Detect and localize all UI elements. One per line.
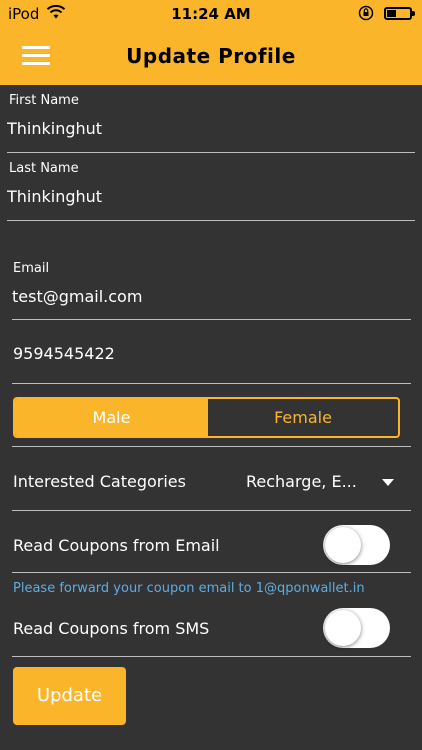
rotation-lock-icon	[358, 5, 374, 21]
last-name-divider	[7, 220, 415, 221]
update-button[interactable]: Update	[13, 667, 126, 725]
battery-icon	[384, 7, 415, 20]
gender-female-option[interactable]: Female	[208, 399, 398, 436]
status-bar: iPod 11:24 AM	[0, 0, 422, 28]
phone-field[interactable]	[13, 344, 408, 363]
hamburger-menu-icon[interactable]	[22, 44, 52, 68]
last-name-label: Last Name	[9, 161, 79, 176]
last-name-field[interactable]	[7, 187, 407, 206]
email-coupons-divider	[12, 572, 411, 573]
email-divider	[12, 319, 411, 320]
email-field[interactable]	[12, 287, 407, 306]
email-coupons-toggle[interactable]	[323, 525, 390, 565]
sms-coupons-toggle[interactable]	[323, 608, 390, 648]
gender-male-option[interactable]: Male	[15, 399, 208, 436]
email-coupons-label: Read Coupons from Email	[13, 536, 220, 555]
forward-email-hint: Please forward your coupon email to 1@qp…	[13, 581, 365, 596]
page-title: Update Profile	[126, 44, 296, 68]
dropdown-caret-icon[interactable]	[382, 479, 394, 486]
app-bar: Update Profile	[0, 28, 422, 85]
sms-coupons-divider	[12, 656, 411, 657]
categories-label: Interested Categories	[13, 472, 186, 491]
gender-selector: Male Female	[13, 397, 400, 438]
first-name-field[interactable]	[7, 119, 407, 138]
gender-divider	[12, 446, 411, 447]
first-name-divider	[7, 152, 415, 153]
phone-divider	[12, 383, 411, 384]
categories-dropdown[interactable]: Recharge, E...	[246, 472, 357, 491]
first-name-label: First Name	[9, 93, 79, 108]
sms-coupons-label: Read Coupons from SMS	[13, 619, 210, 638]
email-label: Email	[13, 261, 50, 276]
categories-divider	[12, 510, 411, 511]
